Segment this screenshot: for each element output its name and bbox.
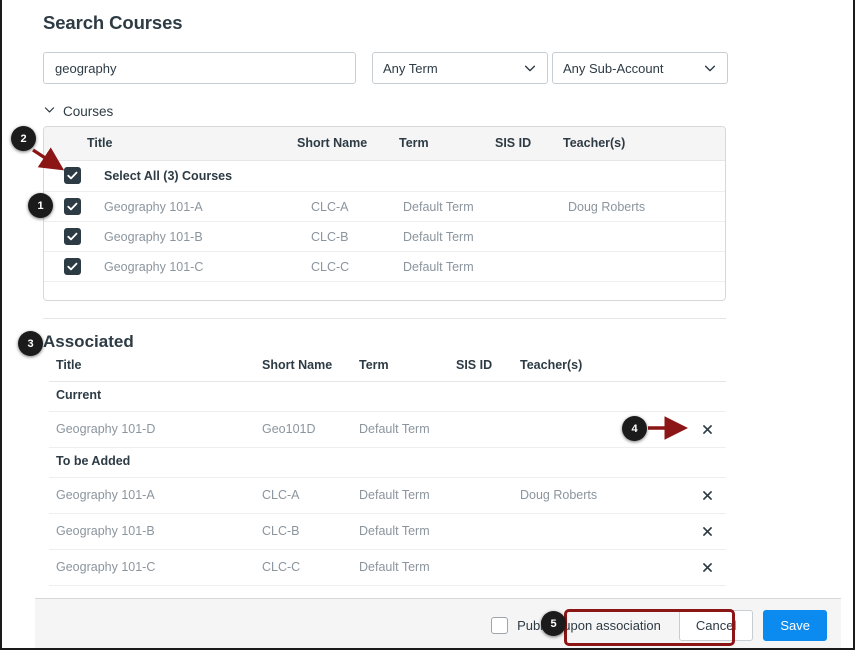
- group-label: Current: [56, 388, 101, 402]
- term-select-value: Any Term: [383, 61, 523, 76]
- cell-title: Geography 101-D: [56, 422, 155, 436]
- table-row: Geography 101-B CLC-B Default Term: [44, 222, 725, 252]
- group-label-row: To be Added: [49, 448, 726, 478]
- cell-short-name: CLC-A: [311, 200, 349, 214]
- close-icon[interactable]: [698, 558, 716, 576]
- search-input[interactable]: [43, 52, 356, 84]
- annotation-badge-3: 3: [18, 331, 43, 356]
- column-header-sis-id: SIS ID: [495, 136, 531, 150]
- annotation-badge-1: 1: [28, 193, 53, 218]
- chevron-down-icon: [523, 61, 537, 75]
- close-icon[interactable]: [698, 486, 716, 504]
- table-row: Geography 101-C CLC-C Default Term: [44, 252, 725, 282]
- cell-title: Geography 101-A: [56, 488, 155, 502]
- table-row: Geography 101-A CLC-A Default Term Doug …: [49, 478, 726, 514]
- annotation-badge-2: 2: [11, 126, 36, 151]
- cell-term: Default Term: [403, 200, 474, 214]
- cell-term: Default Term: [359, 422, 430, 436]
- table-row: Geography 101-C CLC-C Default Term: [49, 550, 726, 586]
- publish-upon-association-control[interactable]: Publish upon association: [485, 614, 669, 637]
- close-icon[interactable]: [698, 522, 716, 540]
- cell-short-name: CLC-B: [262, 524, 300, 538]
- course-association-dialog: Search Courses Any Term Any Sub-Account: [0, 0, 855, 650]
- row-checkbox[interactable]: [64, 258, 81, 275]
- footer-actions: Publish upon association Cancel Save: [485, 610, 827, 641]
- row-checkbox[interactable]: [64, 198, 81, 215]
- cell-teachers: Doug Roberts: [568, 200, 645, 214]
- cell-teachers: Doug Roberts: [520, 488, 597, 502]
- cell-term: Default Term: [359, 560, 430, 574]
- column-header-sis-id: SIS ID: [456, 358, 492, 372]
- cell-term: Default Term: [403, 230, 474, 244]
- column-header-short-name: Short Name: [262, 358, 332, 372]
- select-all-checkbox[interactable]: [64, 167, 81, 184]
- cell-term: Default Term: [359, 488, 430, 502]
- annotation-badge-4: 4: [622, 416, 647, 441]
- cancel-button[interactable]: Cancel: [679, 610, 753, 641]
- cell-term: Default Term: [403, 260, 474, 274]
- associated-table: Title Short Name Term SIS ID Teacher(s) …: [49, 356, 726, 586]
- courses-collapse-toggle[interactable]: Courses: [43, 103, 113, 119]
- column-header-title: Title: [87, 136, 112, 150]
- courses-results-panel: Title Short Name Term SIS ID Teacher(s) …: [43, 126, 726, 301]
- row-checkbox[interactable]: [64, 228, 81, 245]
- column-header-teachers: Teacher(s): [563, 136, 625, 150]
- courses-toggle-label: Courses: [63, 104, 113, 119]
- table-row: Geography 101-A CLC-A Default Term Doug …: [44, 192, 725, 222]
- associated-heading: Associated: [43, 332, 134, 352]
- cell-short-name: CLC-C: [262, 560, 300, 574]
- chevron-down-icon: [703, 61, 717, 75]
- close-icon[interactable]: [698, 420, 716, 438]
- column-header-teachers: Teacher(s): [520, 358, 582, 372]
- associated-table-header: Title Short Name Term SIS ID Teacher(s): [49, 356, 726, 382]
- table-footer-spacer: [44, 282, 725, 301]
- select-all-label: Select All (3) Courses: [104, 169, 232, 183]
- cell-short-name: CLC-A: [262, 488, 300, 502]
- subaccount-select-value: Any Sub-Account: [563, 61, 703, 76]
- page-title: Search Courses: [43, 12, 182, 34]
- column-header-title: Title: [56, 358, 81, 372]
- cell-term: Default Term: [359, 524, 430, 538]
- search-filter-row: Any Term Any Sub-Account: [43, 52, 733, 84]
- cell-title: Geography 101-C: [104, 260, 203, 274]
- group-label-row: Current: [49, 382, 726, 412]
- chevron-down-icon: [43, 103, 56, 119]
- cell-title: Geography 101-A: [104, 200, 203, 214]
- column-header-short-name: Short Name: [297, 136, 367, 150]
- annotation-badge-5: 5: [541, 611, 566, 636]
- dialog-footer: Publish upon association Cancel Save: [35, 598, 841, 648]
- table-row: Geography 101-B CLC-B Default Term: [49, 514, 726, 550]
- cell-short-name: CLC-C: [311, 260, 349, 274]
- term-select[interactable]: Any Term: [372, 52, 548, 84]
- column-header-term: Term: [359, 358, 389, 372]
- subaccount-select[interactable]: Any Sub-Account: [552, 52, 728, 84]
- cell-title: Geography 101-C: [56, 560, 155, 574]
- publish-upon-association-label: Publish upon association: [517, 618, 661, 633]
- cell-title: Geography 101-B: [56, 524, 155, 538]
- publish-upon-association-checkbox[interactable]: [491, 617, 508, 634]
- section-divider: [43, 318, 726, 319]
- cell-short-name: Geo101D: [262, 422, 316, 436]
- group-label: To be Added: [56, 454, 130, 468]
- save-button[interactable]: Save: [763, 610, 827, 641]
- column-header-term: Term: [399, 136, 429, 150]
- dialog-content: Search Courses Any Term Any Sub-Account: [35, 0, 841, 650]
- cell-short-name: CLC-B: [311, 230, 349, 244]
- cell-title: Geography 101-B: [104, 230, 203, 244]
- courses-table-header: Title Short Name Term SIS ID Teacher(s): [44, 127, 725, 161]
- select-all-row: Select All (3) Courses: [44, 161, 725, 192]
